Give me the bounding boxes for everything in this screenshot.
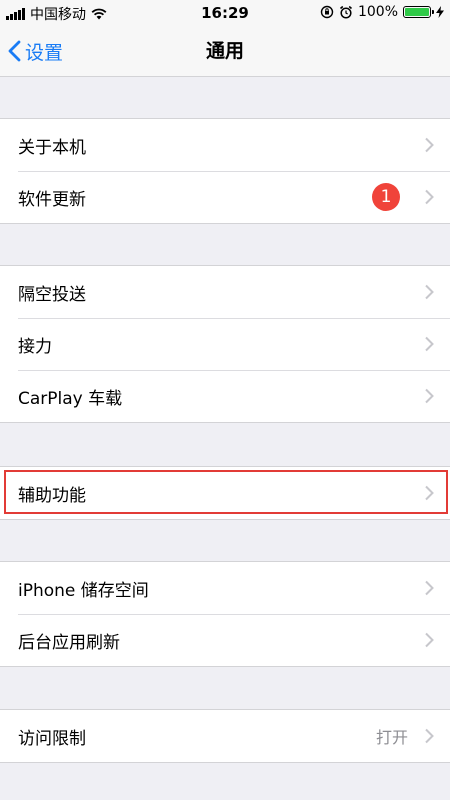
- row-handoff[interactable]: 接力: [0, 318, 450, 370]
- chevron-right-icon: [425, 189, 434, 205]
- row-label: 关于本机: [18, 137, 86, 158]
- row-label: iPhone 储存空间: [18, 580, 149, 601]
- row-software-update[interactable]: 软件更新 1: [0, 171, 450, 223]
- battery-icon: [403, 6, 434, 18]
- group-restrictions: 访问限制 打开: [0, 709, 450, 763]
- row-about[interactable]: 关于本机: [0, 119, 450, 171]
- navigation-bar: 设置 通用: [0, 26, 450, 77]
- row-label: 接力: [18, 336, 52, 357]
- group-about-update: 关于本机 软件更新 1: [0, 118, 450, 224]
- row-airdrop[interactable]: 隔空投送: [0, 266, 450, 318]
- row-background-refresh[interactable]: 后台应用刷新: [0, 614, 450, 666]
- group-storage: iPhone 储存空间 后台应用刷新: [0, 561, 450, 667]
- row-label: 辅助功能: [18, 485, 86, 506]
- group-continuity: 隔空投送 接力 CarPlay 车载: [0, 265, 450, 423]
- chevron-right-icon: [425, 284, 434, 300]
- charging-icon: [436, 6, 444, 18]
- group-accessibility: 辅助功能: [0, 466, 450, 520]
- status-right: 100%: [320, 4, 444, 20]
- status-bar: 中国移动 16:29 100%: [0, 0, 450, 26]
- row-label: 后台应用刷新: [18, 632, 120, 653]
- row-carplay[interactable]: CarPlay 车载: [0, 370, 450, 422]
- chevron-right-icon: [425, 485, 434, 501]
- row-label: 隔空投送: [18, 284, 86, 305]
- rotation-lock-icon: [320, 5, 334, 19]
- chevron-right-icon: [425, 580, 434, 596]
- alarm-icon: [339, 5, 352, 19]
- row-label: CarPlay 车载: [18, 388, 123, 409]
- update-count-badge: 1: [372, 183, 400, 211]
- chevron-right-icon: [425, 632, 434, 648]
- chevron-right-icon: [425, 336, 434, 352]
- chevron-right-icon: [425, 388, 434, 404]
- row-restrictions[interactable]: 访问限制 打开: [0, 710, 450, 762]
- row-iphone-storage[interactable]: iPhone 储存空间: [0, 562, 450, 614]
- battery-percent: 100%: [357, 4, 398, 20]
- chevron-right-icon: [425, 137, 434, 153]
- row-accessibility[interactable]: 辅助功能: [0, 467, 450, 519]
- page-title: 通用: [205, 40, 244, 62]
- row-detail-value: 打开: [375, 728, 408, 747]
- chevron-right-icon: [425, 728, 434, 744]
